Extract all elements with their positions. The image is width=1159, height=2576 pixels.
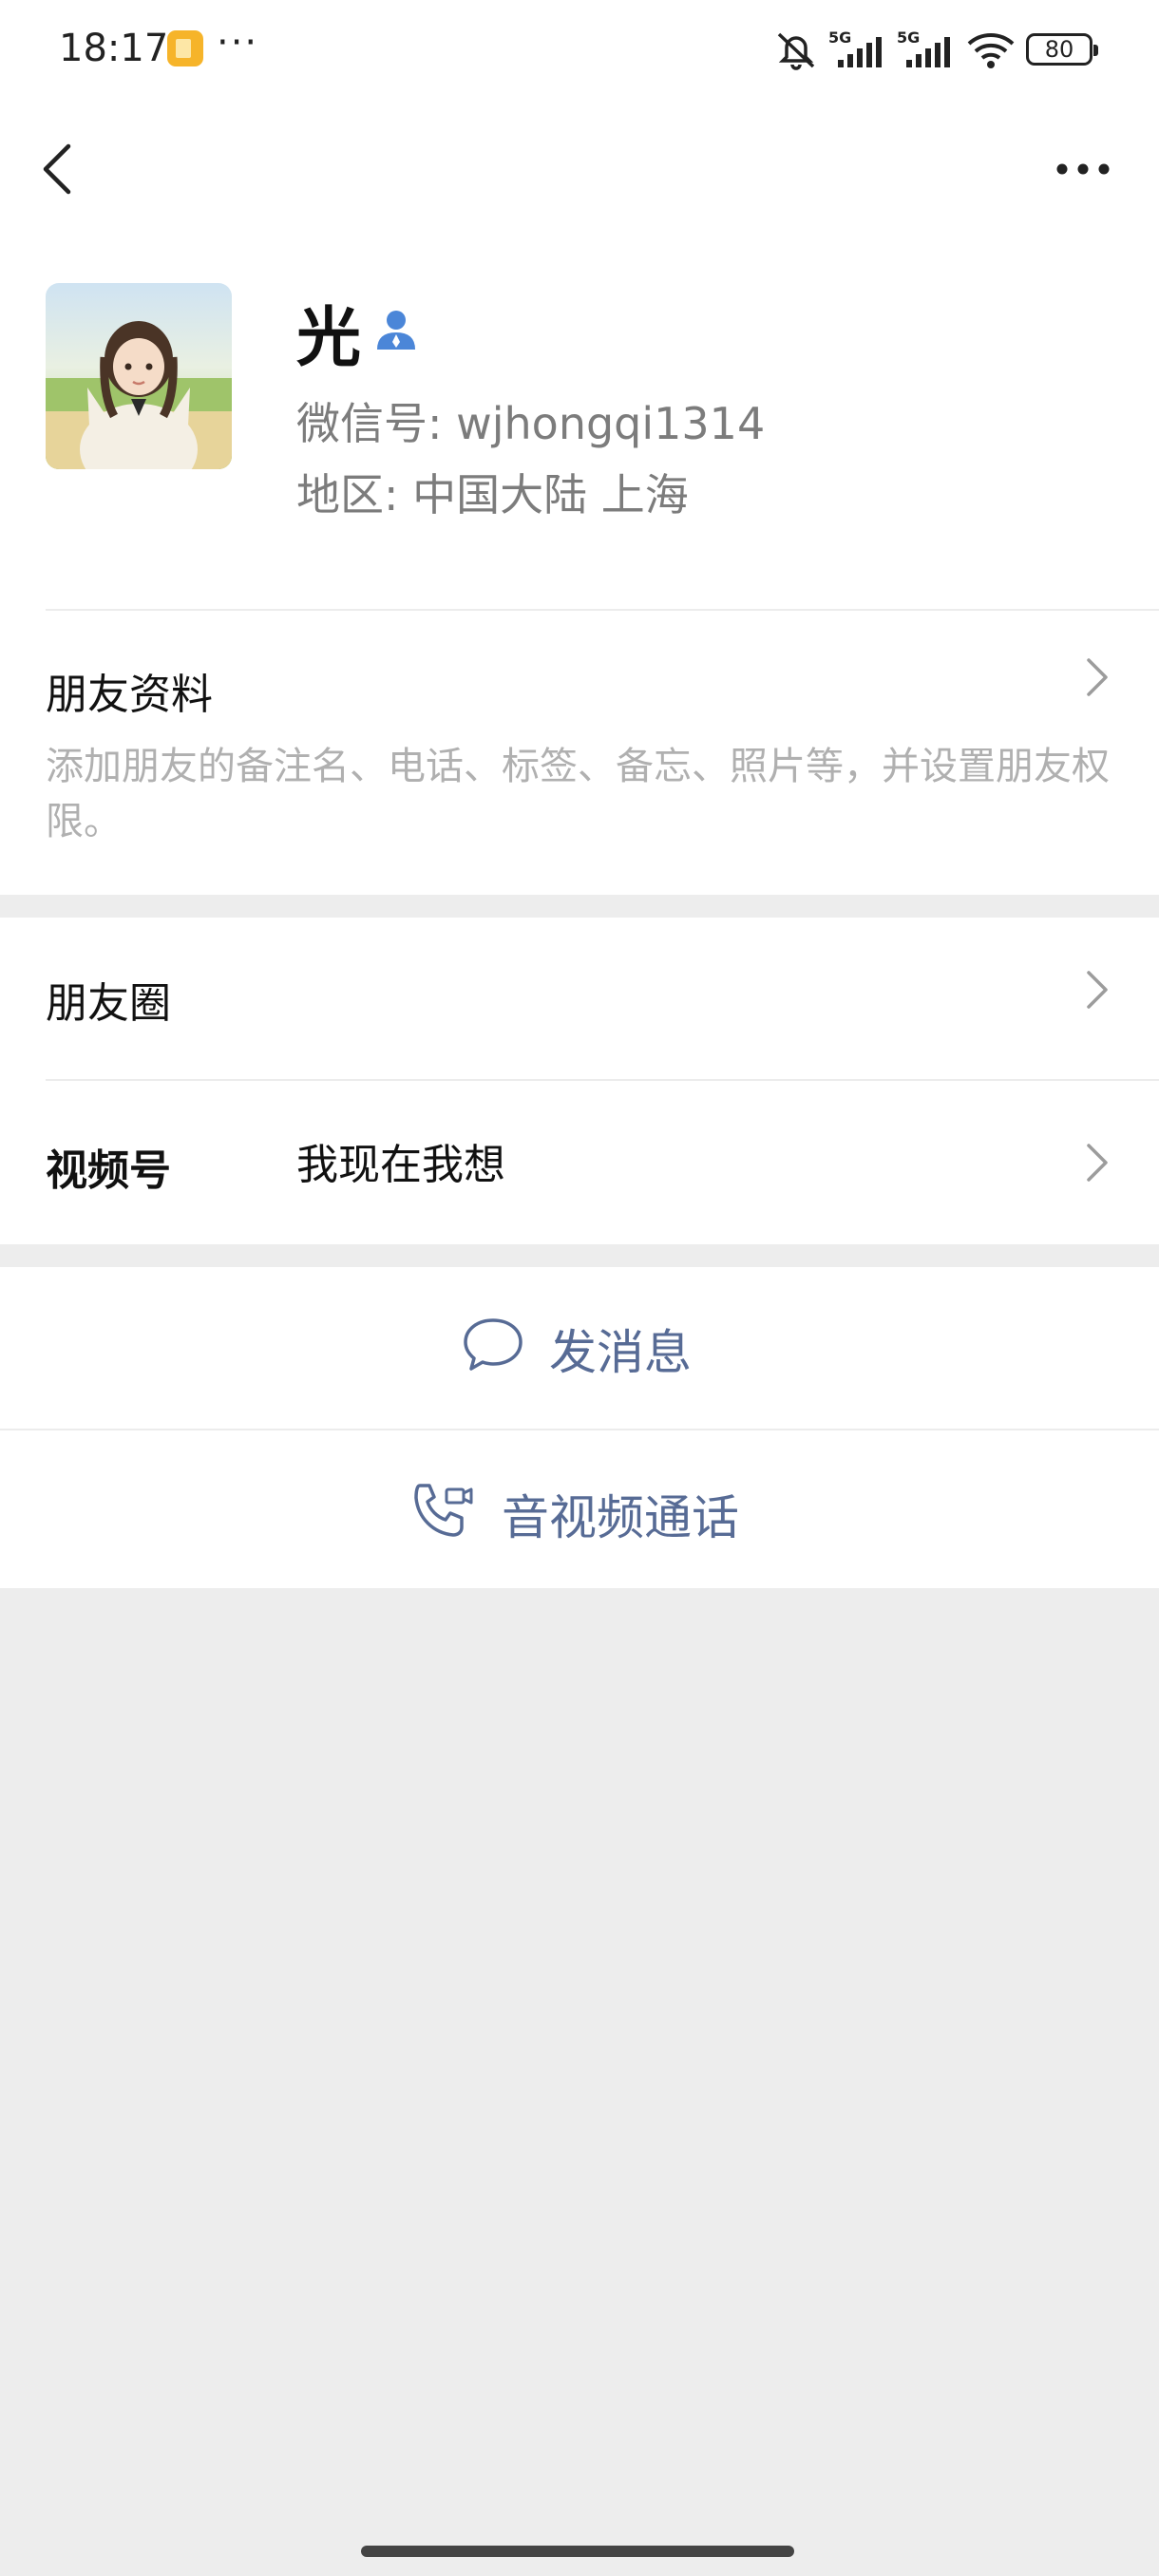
voice-video-call-label: 音视频通话	[502, 1490, 739, 1545]
svg-text:5G: 5G	[828, 28, 851, 47]
battery-level: 80	[1044, 36, 1074, 63]
mute-icon	[777, 32, 815, 70]
section-gap	[0, 895, 1159, 918]
home-indicator[interactable]	[361, 2546, 794, 2557]
app-notification-icon	[167, 30, 203, 66]
battery-icon: 80	[1026, 33, 1098, 66]
chevron-right-icon	[1087, 1144, 1108, 1182]
friend-info-description: 添加朋友的备注名、电话、标签、备忘、照片等，并设置朋友权限。	[46, 745, 1110, 843]
wechat-id: 微信号: wjhongqi1314	[296, 398, 766, 449]
moments-cell[interactable]: 朋友圈	[0, 918, 1159, 1079]
send-message-label: 发消息	[549, 1325, 692, 1380]
chevron-left-icon[interactable]	[34, 141, 87, 198]
more-dots-icon[interactable]	[1053, 144, 1113, 194]
more-notifications-icon: ···	[217, 21, 259, 65]
channels-value: 我现在我想	[296, 1141, 505, 1189]
system-icons: 5G 5G 80	[773, 23, 1098, 76]
chevron-right-icon	[1087, 971, 1108, 1009]
send-message-button[interactable]: 发消息	[0, 1267, 1159, 1429]
chevron-right-icon	[1087, 658, 1108, 696]
avatar[interactable]	[46, 283, 232, 469]
channels-cell[interactable]: 视频号	[0, 1081, 1159, 1242]
moments-title: 朋友圈	[46, 979, 171, 1028]
nav-bar	[0, 123, 1159, 209]
signal-5g-icon: 5G	[897, 28, 950, 67]
voice-video-call-button[interactable]: 音视频通话	[0, 1430, 1159, 1588]
signal-5g-icon: 5G	[828, 28, 882, 67]
region: 地区: 中国大陆 上海	[296, 469, 689, 521]
person-icon	[377, 311, 415, 350]
status-time: 18:17	[59, 27, 169, 70]
phone-video-icon	[414, 1484, 473, 1537]
section-gap	[0, 1244, 1159, 1267]
status-bar: 18:17 ··· 5G 5G 80	[0, 0, 1159, 95]
wifi-icon	[967, 33, 1015, 68]
svg-text:5G: 5G	[897, 28, 920, 47]
chat-bubble-icon	[464, 1318, 522, 1371]
friend-info-title: 朋友资料	[46, 671, 213, 719]
channels-title: 视频号	[46, 1146, 171, 1195]
contact-name: 光	[296, 301, 362, 376]
